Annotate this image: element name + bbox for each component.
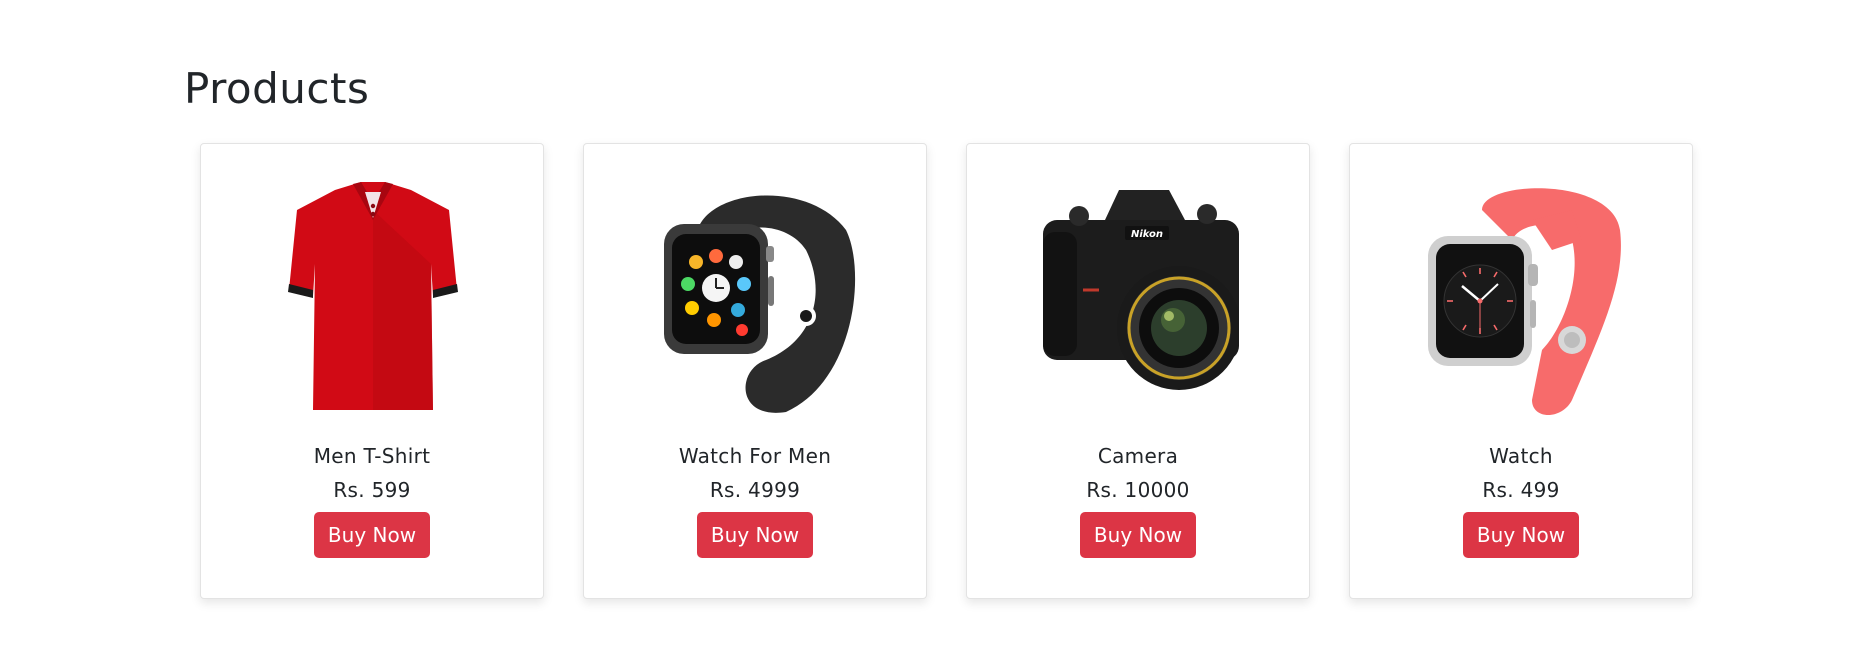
product-card-men-tshirt: Men T-Shirt Rs. 599 Buy Now [200, 143, 544, 599]
product-price: Rs. 499 [1482, 478, 1560, 502]
product-card-watch: Watch Rs. 499 Buy Now [1349, 143, 1693, 599]
buy-now-button[interactable]: Buy Now [1080, 512, 1196, 558]
pink-smartwatch-image[interactable] [1422, 180, 1622, 416]
product-name: Camera [1097, 444, 1179, 468]
red-tshirt-image[interactable] [273, 180, 473, 416]
dslr-camera-image[interactable]: Nikon [1039, 180, 1239, 416]
buy-now-button[interactable]: Buy Now [314, 512, 430, 558]
product-price: Rs. 599 [333, 478, 411, 502]
product-price: Rs. 4999 [709, 478, 801, 502]
product-price: Rs. 10000 [1086, 478, 1190, 502]
product-name: Men T-Shirt [313, 444, 431, 468]
svg-text:Nikon: Nikon [1131, 229, 1163, 240]
product-card-watch-for-men: Watch For Men Rs. 4999 Buy Now [583, 143, 927, 599]
page-title: Products [184, 64, 370, 113]
buy-now-button[interactable]: Buy Now [1463, 512, 1579, 558]
product-name: Watch For Men [678, 444, 832, 468]
product-name: Watch [1489, 444, 1553, 468]
buy-now-button[interactable]: Buy Now [697, 512, 813, 558]
product-card-camera: Nikon Camera Rs. 10000 Buy Now [966, 143, 1310, 599]
black-smartwatch-image[interactable] [656, 180, 856, 416]
